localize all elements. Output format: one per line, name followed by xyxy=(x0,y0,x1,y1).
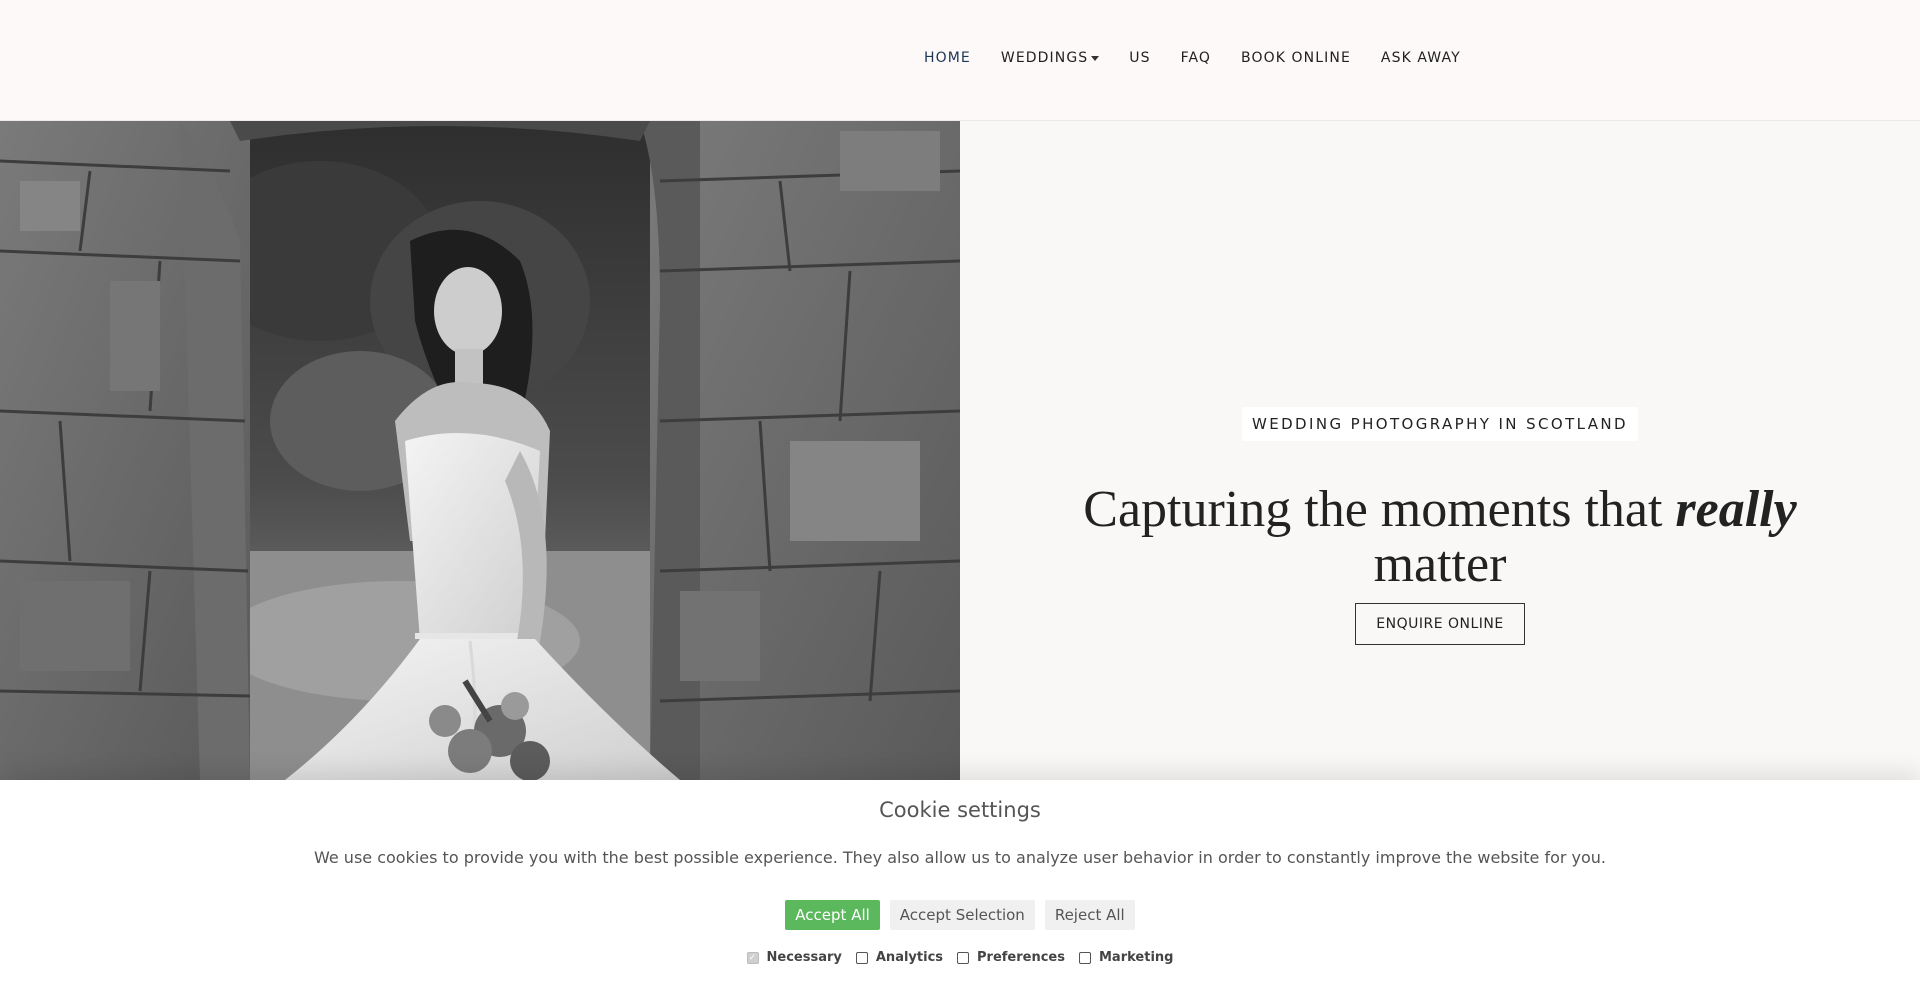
nav-ask-away-label: ASK AWAY xyxy=(1380,50,1461,66)
accept-all-button[interactable]: Accept All xyxy=(785,900,880,930)
nav-weddings[interactable]: WEDDINGS xyxy=(1000,50,1100,66)
nav-us[interactable]: US xyxy=(1129,50,1150,66)
cookie-buttons: Accept All Accept Selection Reject All xyxy=(0,900,1920,930)
nav-ask-away[interactable]: ASK AWAY xyxy=(1381,50,1461,66)
nav-home[interactable]: HOME xyxy=(924,50,971,66)
necessary-label: Necessary xyxy=(766,950,842,965)
chevron-down-icon xyxy=(1091,56,1100,61)
analytics-checkbox[interactable] xyxy=(855,951,868,964)
nav-faq-label: FAQ xyxy=(1180,50,1212,66)
nav-weddings-label: WEDDINGS xyxy=(1000,50,1089,66)
necessary-checkbox[interactable]: ✓ xyxy=(746,951,759,964)
main-nav: HOME WEDDINGS US FAQ BOOK ONLINE ASK AWA… xyxy=(924,50,1491,66)
cookie-description: We use cookies to provide you with the b… xyxy=(313,848,1607,867)
marketing-label: Marketing xyxy=(1099,950,1174,965)
nav-faq[interactable]: FAQ xyxy=(1181,50,1211,66)
headline-text-part1: Capturing the moments that xyxy=(1083,480,1663,538)
nav-book-online-label: BOOK ONLINE xyxy=(1241,50,1351,66)
enquire-online-label: ENQUIRE ONLINE xyxy=(1376,616,1504,632)
cookie-option-analytics[interactable]: Analytics xyxy=(855,950,944,965)
analytics-label: Analytics xyxy=(875,950,944,965)
cookie-title: Cookie settings xyxy=(879,798,1041,822)
nav-home-label: HOME xyxy=(924,50,971,66)
cookie-option-marketing[interactable]: Marketing xyxy=(1079,950,1173,965)
hero-headline: Capturing the moments that really matter xyxy=(1050,482,1830,592)
hero-kicker-label: WEDDING PHOTOGRAPHY IN SCOTLAND xyxy=(1241,407,1638,441)
site-header: HOME WEDDINGS US FAQ BOOK ONLINE ASK AWA… xyxy=(0,0,1920,121)
cookie-option-preferences[interactable]: Preferences xyxy=(957,950,1065,965)
preferences-label: Preferences xyxy=(977,950,1065,965)
cookie-options: ✓ Necessary Analytics Preferences Market… xyxy=(0,950,1920,965)
accept-selection-button[interactable]: Accept Selection xyxy=(889,900,1035,930)
enquire-online-button[interactable]: ENQUIRE ONLINE xyxy=(1355,603,1525,645)
hero-kicker: WEDDING PHOTOGRAPHY IN SCOTLAND xyxy=(960,407,1920,441)
cookie-option-necessary[interactable]: ✓ Necessary xyxy=(746,950,842,965)
hero-text-panel: WEDDING PHOTOGRAPHY IN SCOTLAND Capturin… xyxy=(960,121,1920,780)
hero-photo-bride xyxy=(0,121,960,780)
reject-all-button[interactable]: Reject All xyxy=(1044,900,1135,930)
preferences-checkbox[interactable] xyxy=(957,951,970,964)
cookie-settings-panel: Cookie settings We use cookies to provid… xyxy=(0,780,1920,993)
headline-emphasis: really xyxy=(1675,480,1797,538)
nav-us-label: US xyxy=(1129,50,1151,66)
headline-text-part2: matter xyxy=(1373,535,1507,593)
marketing-checkbox[interactable] xyxy=(1079,951,1091,964)
nav-book-online[interactable]: BOOK ONLINE xyxy=(1241,50,1351,66)
